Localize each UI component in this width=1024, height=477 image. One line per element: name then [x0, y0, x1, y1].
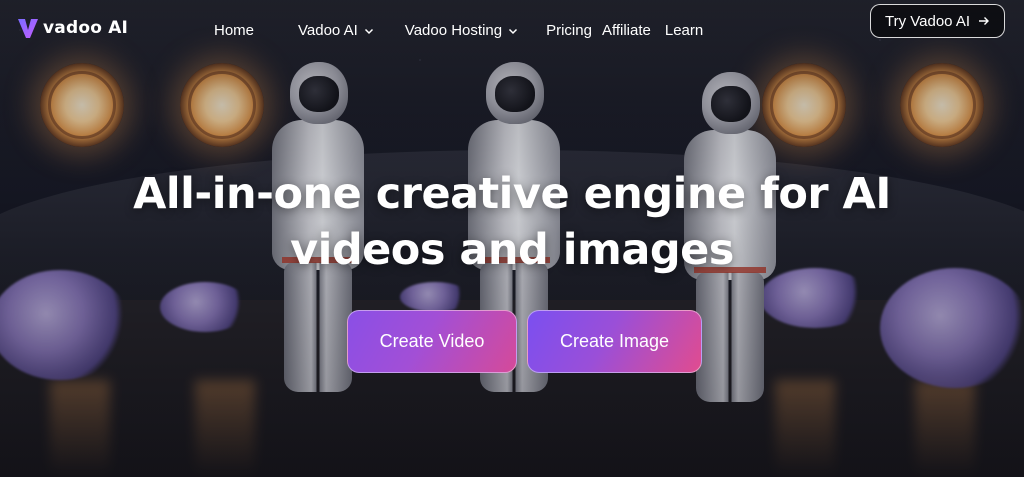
nav-item-vadoo-ai[interactable]: Vadoo AI — [298, 22, 374, 39]
nav-item-label: Pricing — [546, 22, 592, 39]
nav-item-label: Affiliate — [601, 22, 651, 39]
nav-item-home[interactable]: Home — [214, 22, 254, 39]
vadoo-logo-icon — [18, 19, 38, 38]
chevron-down-icon — [364, 28, 373, 34]
create-image-label: Create Image — [559, 331, 670, 351]
nav-item-label: Learn — [664, 22, 704, 39]
headline-line-1: All-in-one creative engine for AI — [133, 169, 891, 219]
main-menu: Home Vadoo AI Vadoo Hosting Pricing Affi… — [214, 22, 703, 39]
nav-item-vadoo-hosting[interactable]: Vadoo Hosting — [405, 22, 518, 39]
chevron-down-icon — [509, 28, 518, 34]
nav-item-label: Vadoo Hosting — [404, 22, 503, 39]
create-image-button[interactable]: Create Image — [527, 310, 702, 373]
nav-item-label: Vadoo AI — [298, 22, 358, 39]
brand-name: vadoo AI — [43, 18, 129, 38]
create-video-label: Create Video — [379, 331, 485, 351]
arrow-right-icon — [979, 17, 990, 25]
nav-item-label: Home — [214, 22, 255, 39]
nav-item-learn[interactable]: Learn — [665, 22, 703, 39]
hero-headline: All-in-one creative engine for AI videos… — [0, 166, 1024, 278]
cta-label: Try Vadoo AI — [884, 12, 971, 30]
top-navigation: vadoo AI Home Vadoo AI Vadoo Hosting Pri… — [0, 0, 1024, 60]
try-vadoo-ai-button[interactable]: Try Vadoo AI — [870, 4, 1005, 38]
brand-logo[interactable]: vadoo AI — [17, 16, 128, 40]
headline-line-2: videos and images — [290, 225, 734, 275]
create-video-button[interactable]: Create Video — [347, 310, 517, 373]
nav-item-pricing[interactable]: Pricing — [546, 22, 592, 39]
nav-item-affiliate[interactable]: Affiliate — [602, 22, 651, 39]
